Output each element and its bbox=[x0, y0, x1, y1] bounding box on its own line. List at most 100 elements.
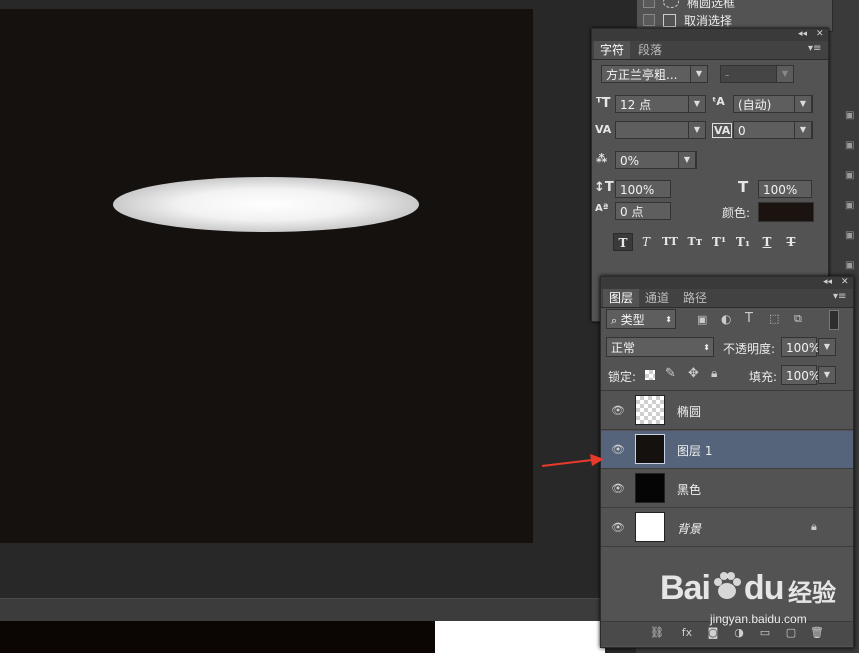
eye-icon[interactable]: 👁︎ bbox=[611, 482, 625, 496]
updown-icon: ⬍ bbox=[665, 315, 672, 324]
fill-label: 填充: bbox=[749, 370, 778, 384]
faux-italic-button[interactable]: T bbox=[636, 233, 656, 251]
menu-item-ellipse-select[interactable]: 椭圆选框 bbox=[643, 0, 735, 11]
chevron-down-icon[interactable]: ▼ bbox=[818, 338, 836, 356]
chevron-down-icon[interactable]: ▼ bbox=[776, 65, 794, 83]
fill-field[interactable]: 100% bbox=[781, 365, 820, 385]
layer-row-layer-1[interactable]: 👁︎ 图层 1 bbox=[601, 431, 853, 469]
divider bbox=[601, 390, 853, 391]
chevron-down-icon[interactable]: ▼ bbox=[678, 151, 696, 169]
filter-toggle-switch[interactable] bbox=[829, 310, 839, 330]
white-ellipse-shape[interactable] bbox=[113, 177, 419, 232]
vertical-scale-field[interactable]: 100% bbox=[615, 180, 671, 198]
pixel-filter-icon[interactable]: ▣ bbox=[697, 313, 707, 326]
type-filter-icon[interactable]: T bbox=[745, 311, 753, 326]
lock-transparency-icon[interactable] bbox=[645, 370, 655, 380]
lock-label: 锁定: bbox=[608, 370, 637, 384]
layer-row-black[interactable]: 👁︎ 黑色 bbox=[601, 470, 853, 508]
checkbox-icon bbox=[643, 14, 655, 26]
font-family-select[interactable]: 方正兰亭粗... bbox=[601, 65, 699, 83]
collapse-icon[interactable]: ◂◂ bbox=[798, 29, 807, 39]
layer-name: 背景 bbox=[677, 522, 702, 536]
layer-filter-select[interactable]: ⌕ 类型 ⬍ bbox=[606, 309, 676, 329]
font-size-icon: ᵀT bbox=[596, 96, 611, 111]
layer-filter-label: 类型 bbox=[620, 313, 645, 327]
menu-item-label: 椭圆选框 bbox=[687, 0, 736, 10]
move-icon[interactable]: ✥ bbox=[688, 366, 699, 381]
layer-name: 图层 1 bbox=[677, 444, 713, 458]
search-icon: ⌕ bbox=[611, 314, 621, 327]
tab-paths[interactable]: 路径 bbox=[677, 289, 713, 307]
underline-button[interactable]: T bbox=[757, 233, 777, 251]
layer-name: 黑色 bbox=[677, 483, 702, 497]
color-label: 颜色: bbox=[722, 206, 751, 220]
layer-name: 椭圆 bbox=[677, 405, 702, 419]
menu-item-label: 取消选择 bbox=[684, 13, 733, 28]
character-panel-tabs: 字符 段落 ▾≡ bbox=[592, 41, 828, 60]
tab-layers[interactable]: 图层 bbox=[603, 289, 640, 307]
tab-channels[interactable]: 通道 bbox=[639, 289, 675, 307]
panel-menu-icon[interactable]: ▾≡ bbox=[833, 291, 846, 302]
layers-panel-tabs: 图层 通道 路径 ▾≡ bbox=[601, 289, 853, 308]
checkbox-icon bbox=[643, 0, 655, 8]
panel-menu-icon[interactable]: ▾≡ bbox=[808, 43, 821, 54]
paw-icon bbox=[710, 569, 744, 603]
chevron-down-icon[interactable]: ▼ bbox=[818, 366, 836, 384]
eye-icon[interactable]: 👁︎ bbox=[611, 443, 625, 457]
small-caps-button[interactable]: Tт bbox=[685, 233, 705, 251]
blend-mode-label: 正常 bbox=[611, 341, 636, 355]
chevron-down-icon[interactable]: ▼ bbox=[688, 95, 706, 113]
watermark-brand: Bai du bbox=[660, 569, 784, 607]
layer-thumbnail bbox=[635, 512, 665, 542]
red-arrow-annotation bbox=[541, 454, 604, 467]
strikethrough-button[interactable]: T bbox=[781, 233, 801, 251]
tab-character[interactable]: 字符 bbox=[594, 41, 631, 59]
subscript-button[interactable]: T₁ bbox=[733, 233, 753, 251]
chevron-down-icon[interactable]: ▼ bbox=[690, 65, 708, 83]
bottom-dark-area bbox=[0, 621, 435, 653]
collapse-icon[interactable]: ◂◂ bbox=[823, 277, 832, 287]
lock-all-icon[interactable]: 🔒︎ bbox=[711, 366, 717, 381]
faux-bold-button[interactable]: T bbox=[613, 233, 633, 251]
horizontal-scale-icon: T bbox=[738, 178, 749, 196]
opacity-field[interactable]: 100% bbox=[781, 337, 820, 357]
watermark-suffix: 经验 bbox=[788, 579, 836, 607]
layer-row-background[interactable]: 👁︎ 背景 🔒︎ bbox=[601, 509, 853, 547]
menu-item-deselect[interactable]: 取消选择 bbox=[643, 11, 732, 29]
lock-icon: ▣ bbox=[845, 230, 855, 241]
eye-icon[interactable]: 👁︎ bbox=[611, 521, 625, 535]
close-icon[interactable]: ✕ bbox=[841, 277, 849, 287]
updown-icon: ⬍ bbox=[703, 343, 710, 352]
layer-row-ellipse[interactable]: 👁︎ 椭圆 bbox=[601, 392, 853, 430]
all-caps-button[interactable]: TT bbox=[660, 233, 680, 251]
document-canvas[interactable] bbox=[0, 9, 533, 543]
eye-icon[interactable]: 👁︎ bbox=[611, 404, 625, 418]
document-icon bbox=[663, 13, 676, 27]
baidu-watermark: Bai du 经验 jingyan.baidu.com bbox=[660, 555, 855, 635]
tracking-icon: VA bbox=[712, 123, 733, 138]
vertical-scale-icon: ↕T bbox=[594, 180, 614, 195]
layer-thumbnail bbox=[635, 395, 665, 425]
superscript-button[interactable]: T¹ bbox=[709, 233, 729, 251]
layer-thumbnail bbox=[635, 473, 665, 503]
brush-icon[interactable]: ✎ bbox=[665, 366, 676, 381]
shape-filter-icon[interactable]: ⬚ bbox=[769, 312, 779, 325]
watermark-url: jingyan.baidu.com bbox=[710, 612, 807, 626]
baseline-shift-field[interactable]: 0 点 bbox=[615, 202, 671, 220]
chevron-down-icon[interactable]: ▼ bbox=[794, 121, 812, 139]
close-icon[interactable]: ✕ bbox=[816, 29, 824, 39]
scale-chars-icon: ⁂ bbox=[596, 152, 608, 165]
lock-icon: ▣ bbox=[845, 200, 855, 211]
leading-icon: ᵗA bbox=[712, 95, 725, 108]
tab-paragraph[interactable]: 段落 bbox=[632, 41, 668, 59]
lock-icon: ▣ bbox=[845, 170, 855, 181]
horizontal-scale-field[interactable]: 100% bbox=[758, 180, 812, 198]
smart-object-filter-icon[interactable]: ⧉ bbox=[794, 312, 802, 326]
panel-titlebar: ◂◂ ✕ bbox=[601, 277, 853, 289]
text-color-swatch[interactable] bbox=[758, 202, 814, 222]
blend-mode-select[interactable]: 正常 ⬍ bbox=[606, 337, 714, 357]
adjustment-filter-icon[interactable]: ◐ bbox=[721, 312, 731, 326]
chevron-down-icon[interactable]: ▼ bbox=[688, 121, 706, 139]
chevron-down-icon[interactable]: ▼ bbox=[794, 95, 812, 113]
baseline-shift-icon: Aª bbox=[595, 203, 609, 214]
